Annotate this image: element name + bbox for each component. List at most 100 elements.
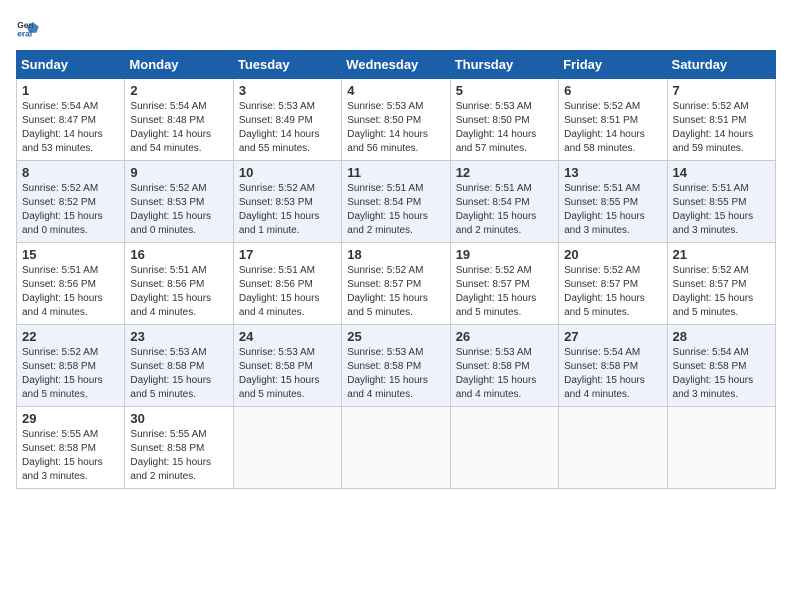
cell-info: Sunrise: 5:52 AMSunset: 8:57 PMDaylight:…: [456, 264, 553, 320]
calendar-cell: 14 Sunrise: 5:51 AMSunset: 8:55 PMDayligh…: [667, 161, 775, 243]
calendar-cell: 15 Sunrise: 5:51 AMSunset: 8:56 PMDayligh…: [17, 243, 125, 325]
page-header: Gen eral: [16, 16, 776, 40]
cell-info: Sunrise: 5:52 AMSunset: 8:58 PMDaylight:…: [22, 346, 119, 402]
day-number: 14: [673, 165, 770, 180]
cell-info: Sunrise: 5:52 AMSunset: 8:53 PMDaylight:…: [239, 182, 336, 238]
cell-info: Sunrise: 5:53 AMSunset: 8:50 PMDaylight:…: [456, 100, 553, 156]
day-number: 12: [456, 165, 553, 180]
day-number: 15: [22, 247, 119, 262]
cell-info: Sunrise: 5:53 AMSunset: 8:58 PMDaylight:…: [456, 346, 553, 402]
calendar-cell: 24Sunrise: 5:53 AMSunset: 8:58 PMDayligh…: [233, 325, 341, 407]
day-number: 26: [456, 329, 553, 344]
cell-info: Sunrise: 5:53 AMSunset: 8:49 PMDaylight:…: [239, 100, 336, 156]
calendar-cell: 9 Sunrise: 5:52 AMSunset: 8:53 PMDaylight…: [125, 161, 233, 243]
day-number: 1: [22, 83, 119, 98]
day-number: 17: [239, 247, 336, 262]
calendar-cell: 12 Sunrise: 5:51 AMSunset: 8:54 PMDayligh…: [450, 161, 558, 243]
day-number: 5: [456, 83, 553, 98]
cell-info: Sunrise: 5:54 AMSunset: 8:47 PMDaylight:…: [22, 100, 119, 156]
logo-icon: Gen eral: [16, 16, 40, 40]
calendar-cell: 23 Sunrise: 5:53 AMSunset: 8:58 PMDayligh…: [125, 325, 233, 407]
cell-info: Sunrise: 5:54 AMSunset: 8:58 PMDaylight:…: [564, 346, 661, 402]
cell-info: Sunrise: 5:55 AMSunset: 8:58 PMDaylight:…: [130, 428, 227, 484]
calendar-cell: 1 Sunrise: 5:54 AMSunset: 8:47 PMDaylight…: [17, 79, 125, 161]
day-header-sunday: Sunday: [17, 51, 125, 79]
day-header-wednesday: Wednesday: [342, 51, 450, 79]
cell-info: Sunrise: 5:52 AMSunset: 8:51 PMDaylight:…: [564, 100, 661, 156]
day-number: 29: [22, 411, 119, 426]
cell-info: Sunrise: 5:53 AMSunset: 8:50 PMDaylight:…: [347, 100, 444, 156]
calendar-cell: 20 Sunrise: 5:52 AMSunset: 8:57 PMDayligh…: [559, 243, 667, 325]
cell-info: Sunrise: 5:53 AMSunset: 8:58 PMDaylight:…: [130, 346, 227, 402]
day-number: 19: [456, 247, 553, 262]
calendar-cell: 30 Sunrise: 5:55 AMSunset: 8:58 PMDayligh…: [125, 407, 233, 489]
day-number: 27: [564, 329, 661, 344]
day-number: 9: [130, 165, 227, 180]
day-number: 30: [130, 411, 227, 426]
day-header-saturday: Saturday: [667, 51, 775, 79]
calendar-cell: 21 Sunrise: 5:52 AMSunset: 8:57 PMDayligh…: [667, 243, 775, 325]
calendar-cell: 28 Sunrise: 5:54 AMSunset: 8:58 PMDayligh…: [667, 325, 775, 407]
day-number: 24: [239, 329, 336, 344]
day-number: 8: [22, 165, 119, 180]
cell-info: Sunrise: 5:52 AMSunset: 8:51 PMDaylight:…: [673, 100, 770, 156]
day-number: 22: [22, 329, 119, 344]
calendar-cell: 19 Sunrise: 5:52 AMSunset: 8:57 PMDayligh…: [450, 243, 558, 325]
calendar-cell: [342, 407, 450, 489]
calendar-cell: 8 Sunrise: 5:52 AMSunset: 8:52 PMDaylight…: [17, 161, 125, 243]
cell-info: Sunrise: 5:51 AMSunset: 8:56 PMDaylight:…: [130, 264, 227, 320]
day-number: 20: [564, 247, 661, 262]
calendar-cell: 11 Sunrise: 5:51 AMSunset: 8:54 PMDayligh…: [342, 161, 450, 243]
calendar-cell: 27 Sunrise: 5:54 AMSunset: 8:58 PMDayligh…: [559, 325, 667, 407]
calendar-cell: 7 Sunrise: 5:52 AMSunset: 8:51 PMDaylight…: [667, 79, 775, 161]
calendar-table: SundayMondayTuesdayWednesdayThursdayFrid…: [16, 50, 776, 489]
day-number: 23: [130, 329, 227, 344]
calendar-cell: [559, 407, 667, 489]
calendar-cell: [450, 407, 558, 489]
calendar-cell: 5 Sunrise: 5:53 AMSunset: 8:50 PMDaylight…: [450, 79, 558, 161]
cell-info: Sunrise: 5:53 AMSunset: 8:58 PMDaylight:…: [347, 346, 444, 402]
cell-info: Sunrise: 5:54 AMSunset: 8:58 PMDaylight:…: [673, 346, 770, 402]
cell-info: Sunrise: 5:52 AMSunset: 8:57 PMDaylight:…: [564, 264, 661, 320]
calendar-cell: 13 Sunrise: 5:51 AMSunset: 8:55 PMDayligh…: [559, 161, 667, 243]
day-number: 4: [347, 83, 444, 98]
cell-info: Sunrise: 5:52 AMSunset: 8:57 PMDaylight:…: [673, 264, 770, 320]
logo: Gen eral: [16, 16, 44, 40]
cell-info: Sunrise: 5:51 AMSunset: 8:54 PMDaylight:…: [456, 182, 553, 238]
cell-info: Sunrise: 5:51 AMSunset: 8:56 PMDaylight:…: [239, 264, 336, 320]
cell-info: Sunrise: 5:51 AMSunset: 8:56 PMDaylight:…: [22, 264, 119, 320]
cell-info: Sunrise: 5:51 AMSunset: 8:54 PMDaylight:…: [347, 182, 444, 238]
calendar-cell: 3Sunrise: 5:53 AMSunset: 8:49 PMDaylight…: [233, 79, 341, 161]
day-number: 28: [673, 329, 770, 344]
cell-info: Sunrise: 5:52 AMSunset: 8:52 PMDaylight:…: [22, 182, 119, 238]
calendar-cell: 26 Sunrise: 5:53 AMSunset: 8:58 PMDayligh…: [450, 325, 558, 407]
calendar-cell: 6 Sunrise: 5:52 AMSunset: 8:51 PMDaylight…: [559, 79, 667, 161]
day-header-tuesday: Tuesday: [233, 51, 341, 79]
day-number: 11: [347, 165, 444, 180]
day-number: 13: [564, 165, 661, 180]
day-header-monday: Monday: [125, 51, 233, 79]
cell-info: Sunrise: 5:52 AMSunset: 8:57 PMDaylight:…: [347, 264, 444, 320]
day-number: 6: [564, 83, 661, 98]
day-number: 25: [347, 329, 444, 344]
calendar-cell: [667, 407, 775, 489]
calendar-cell: 2 Sunrise: 5:54 AMSunset: 8:48 PMDaylight…: [125, 79, 233, 161]
calendar-cell: 29 Sunrise: 5:55 AMSunset: 8:58 PMDayligh…: [17, 407, 125, 489]
day-header-friday: Friday: [559, 51, 667, 79]
calendar-cell: 10 Sunrise: 5:52 AMSunset: 8:53 PMDayligh…: [233, 161, 341, 243]
cell-info: Sunrise: 5:55 AMSunset: 8:58 PMDaylight:…: [22, 428, 119, 484]
cell-info: Sunrise: 5:52 AMSunset: 8:53 PMDaylight:…: [130, 182, 227, 238]
day-header-thursday: Thursday: [450, 51, 558, 79]
day-number: 21: [673, 247, 770, 262]
cell-info: Sunrise: 5:51 AMSunset: 8:55 PMDaylight:…: [564, 182, 661, 238]
day-number: 18: [347, 247, 444, 262]
day-number: 10: [239, 165, 336, 180]
day-number: 7: [673, 83, 770, 98]
calendar-cell: 22 Sunrise: 5:52 AMSunset: 8:58 PMDayligh…: [17, 325, 125, 407]
day-number: 2: [130, 83, 227, 98]
cell-info: Sunrise: 5:51 AMSunset: 8:55 PMDaylight:…: [673, 182, 770, 238]
calendar-cell: 18 Sunrise: 5:52 AMSunset: 8:57 PMDayligh…: [342, 243, 450, 325]
cell-info: Sunrise: 5:54 AMSunset: 8:48 PMDaylight:…: [130, 100, 227, 156]
day-number: 16: [130, 247, 227, 262]
calendar-cell: 17 Sunrise: 5:51 AMSunset: 8:56 PMDayligh…: [233, 243, 341, 325]
